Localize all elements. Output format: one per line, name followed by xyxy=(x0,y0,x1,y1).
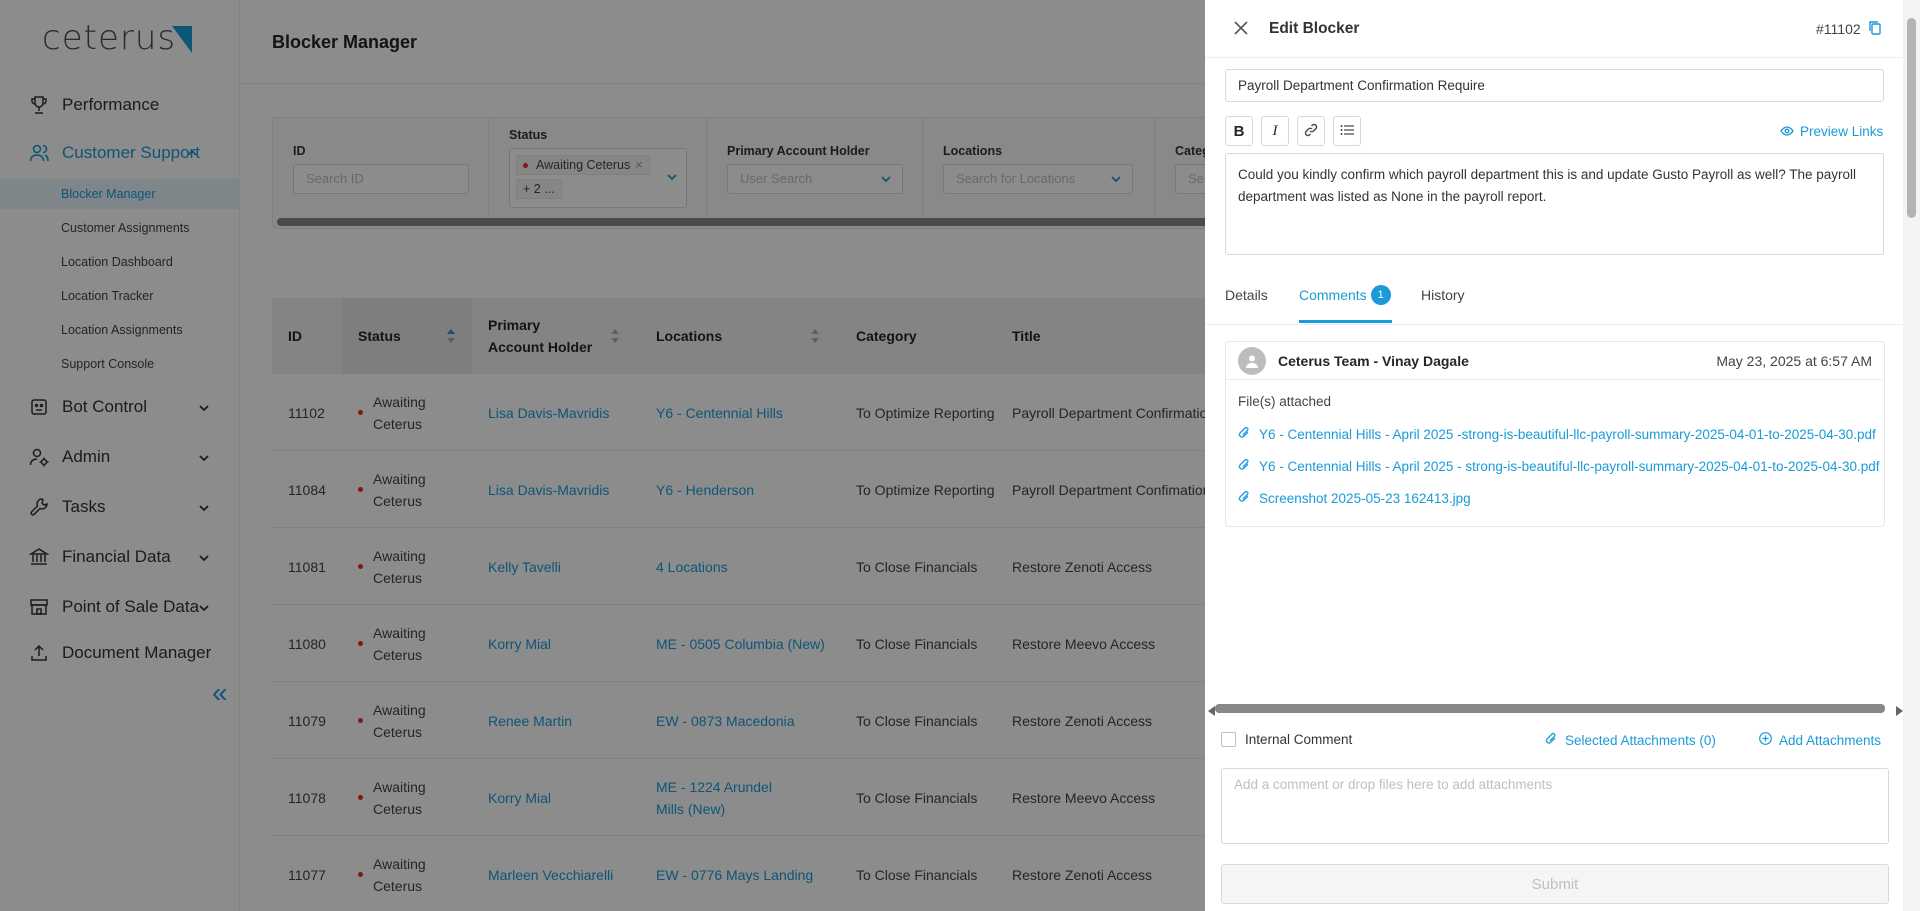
attachment-link[interactable]: Y6 - Centennial Hills - April 2025 -stro… xyxy=(1238,426,1876,442)
comment-card: Ceterus Team - Vinay Dagale May 23, 2025… xyxy=(1225,341,1885,527)
list-icon xyxy=(1340,123,1354,139)
modal-backdrop[interactable] xyxy=(0,0,1205,911)
attachment-name: Screenshot 2025-05-23 162413.jpg xyxy=(1259,490,1471,506)
internal-comment-label: Internal Comment xyxy=(1245,732,1353,747)
tab-comments[interactable]: Comments 1 xyxy=(1299,285,1391,305)
add-attachments-label: Add Attachments xyxy=(1779,732,1882,748)
copy-icon[interactable] xyxy=(1868,20,1882,39)
description-editor[interactable]: Could you kindly confirm which payroll d… xyxy=(1225,153,1884,255)
paperclip-icon xyxy=(1238,490,1250,506)
scroll-right-icon[interactable] xyxy=(1895,703,1903,719)
attachment-link[interactable]: Screenshot 2025-05-23 162413.jpg xyxy=(1238,490,1471,506)
tab-details[interactable]: Details xyxy=(1225,287,1268,303)
files-attached-label: File(s) attached xyxy=(1238,394,1332,409)
plus-circle-icon xyxy=(1759,732,1772,748)
comment-header: Ceterus Team - Vinay Dagale May 23, 2025… xyxy=(1226,342,1884,380)
preview-links-label: Preview Links xyxy=(1800,124,1884,139)
internal-comment-checkbox[interactable] xyxy=(1221,732,1236,747)
paperclip-icon xyxy=(1238,458,1250,474)
preview-links-button[interactable]: Preview Links xyxy=(1780,124,1883,139)
list-button[interactable] xyxy=(1333,116,1361,146)
bold-button[interactable]: B xyxy=(1225,116,1253,146)
close-icon[interactable] xyxy=(1233,20,1249,39)
selected-attachments-button[interactable]: Selected Attachments (0) xyxy=(1545,732,1716,748)
drawer-tabs: Details Comments 1 History xyxy=(1205,265,1920,325)
tab-label: Comments xyxy=(1299,287,1367,303)
italic-icon: I xyxy=(1272,122,1278,139)
italic-button[interactable]: I xyxy=(1261,116,1289,146)
edit-blocker-drawer: Edit Blocker #11102 B I Preview Links Co… xyxy=(1205,0,1920,911)
comment-input[interactable]: Add a comment or drop files here to add … xyxy=(1221,768,1889,844)
submit-button[interactable]: Submit xyxy=(1221,864,1889,904)
paperclip-icon xyxy=(1238,426,1250,442)
attachment-link[interactable]: Y6 - Centennial Hills - April 2025 - str… xyxy=(1238,458,1880,474)
blocker-title-input[interactable] xyxy=(1225,69,1884,102)
comment-footer: Internal Comment Selected Attachments (0… xyxy=(1205,722,1920,911)
tab-history[interactable]: History xyxy=(1421,287,1465,303)
comment-author: Ceterus Team - Vinay Dagale xyxy=(1278,353,1469,369)
selected-attachments-label: Selected Attachments (0) xyxy=(1565,732,1716,748)
add-attachments-button[interactable]: Add Attachments xyxy=(1759,732,1881,748)
comment-date: May 23, 2025 at 6:57 AM xyxy=(1716,353,1872,369)
drawer-title: Edit Blocker xyxy=(1269,20,1360,37)
comments-scrollbar[interactable] xyxy=(1215,704,1885,713)
attachment-name: Y6 - Centennial Hills - April 2025 - str… xyxy=(1259,458,1880,474)
link-button[interactable] xyxy=(1297,116,1325,146)
drawer-header: Edit Blocker #11102 xyxy=(1205,0,1920,58)
active-tab-indicator xyxy=(1299,320,1392,323)
paperclip-icon xyxy=(1545,732,1557,748)
eye-icon xyxy=(1780,124,1794,139)
comments-count-badge: 1 xyxy=(1370,285,1391,305)
drawer-scrollbar-thumb[interactable] xyxy=(1907,18,1916,218)
link-icon xyxy=(1304,123,1318,140)
avatar xyxy=(1238,347,1266,375)
bold-icon: B xyxy=(1233,122,1245,140)
blocker-id: #11102 xyxy=(1816,21,1861,37)
attachment-name: Y6 - Centennial Hills - April 2025 -stro… xyxy=(1259,426,1876,442)
